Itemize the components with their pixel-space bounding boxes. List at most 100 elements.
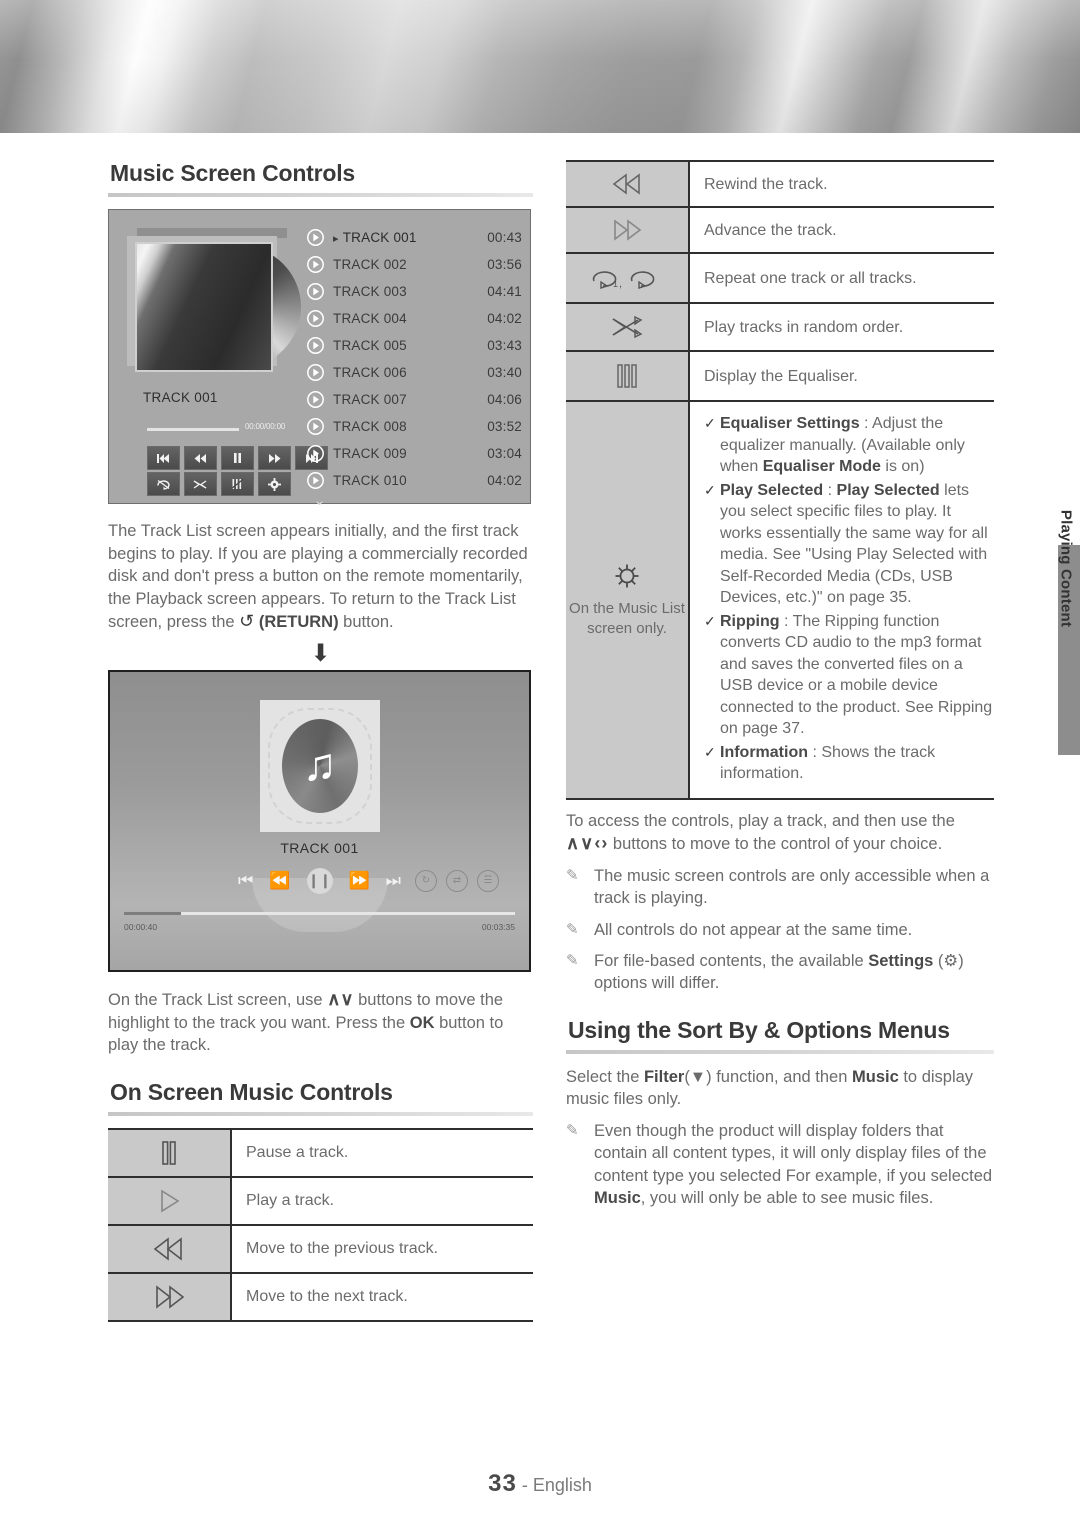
play-circle-icon (307, 364, 333, 381)
next-track-icon (108, 1272, 232, 1322)
track-time: 00:43 (487, 230, 522, 245)
track-name: TRACK 010 (333, 473, 407, 488)
track-list-item[interactable]: TRACK 006 03:40 (307, 359, 522, 386)
control-description: Display the Equaliser. (689, 351, 994, 402)
next-track-icon[interactable]: ⏭ (386, 872, 401, 889)
equaliser-icon[interactable]: ☰ (477, 869, 499, 892)
playback-progress-fill (124, 911, 181, 915)
track-name: TRACK 002 (333, 257, 407, 272)
screen-progress-row: 00:00/00:00 (147, 422, 315, 431)
track-list-item[interactable]: ▸ TRACK 001 00:43 (307, 224, 522, 251)
setting-text: Information : Shows the track informatio… (720, 743, 936, 783)
paragraph-track-highlight: On the Track List screen, use ∧∨ buttons… (108, 988, 533, 1057)
shuffle-icon (566, 303, 690, 352)
control-description: Move to the previous track. (231, 1224, 533, 1274)
paragraph-track-list-intro: The Track List screen appears initially,… (108, 520, 533, 634)
album-art: ♫ (259, 699, 380, 832)
screen-timecode: 00:00/00:00 (245, 422, 286, 431)
play-circle-icon (307, 472, 333, 489)
track-time: 03:56 (487, 257, 522, 272)
check-icon: ✓ (704, 481, 716, 498)
track-time: 03:43 (487, 338, 522, 353)
control-description: Rewind the track. (689, 160, 994, 208)
banner-sheen (0, 0, 1080, 133)
paragraph-highlight-a: On the Track List screen, use (108, 990, 328, 1009)
track-name: TRACK 003 (333, 284, 407, 299)
cd-case-front (135, 242, 273, 372)
scroll-down-chevron-icon[interactable]: ⌄ (109, 491, 530, 509)
playback-elapsed-time: 00:00:40 (124, 921, 158, 932)
track-list: ▸ TRACK 001 00:43 TRACK 002 03:56 TRACK 0… (307, 224, 522, 494)
access-text-a: To access the controls, play a track, an… (566, 811, 955, 830)
play-circle-icon (307, 337, 333, 354)
track-list-item[interactable]: TRACK 002 03:56 (307, 251, 522, 278)
filter-icon: (▼) function, and then (684, 1067, 852, 1086)
screen-progress-bar[interactable] (147, 428, 239, 431)
note-text: For file-based contents, the available S… (594, 951, 964, 993)
playback-progress-bar[interactable] (124, 911, 515, 915)
track-list-item[interactable]: TRACK 009 03:04 (307, 440, 522, 467)
previous-track-icon[interactable]: ⏮ (238, 872, 253, 889)
return-button-label: (RETURN) (258, 613, 339, 632)
fast-forward-button[interactable] (258, 446, 291, 470)
pause-button[interactable] (221, 446, 254, 470)
play-circle-icon (307, 256, 333, 273)
note-item: ✎ Even though the product will display f… (566, 1120, 994, 1210)
heading-rule (108, 193, 533, 197)
header-banner (0, 0, 1080, 133)
playback-screen-mock: ♫ TRACK 001 ⏮ ⏪ ❙❙ ⏩ ⏭ ↻ ⇄ ☰ 00:00:40 00… (108, 669, 531, 972)
list-item: ✓ Ripping : The Ripping function convert… (704, 611, 994, 740)
repeat-icon[interactable]: ↻ (415, 869, 437, 892)
setting-text: Play Selected : Play Selected lets you s… (720, 481, 988, 607)
pencil-note-icon: ✎ (566, 1121, 579, 1139)
heading-rule (108, 1111, 533, 1116)
track-list-item[interactable]: TRACK 003 04:41 (307, 278, 522, 305)
svg-text:,: , (619, 278, 622, 290)
screen-album-label: TRACK 001 (143, 390, 218, 405)
rewind-icon[interactable]: ⏪ (269, 872, 290, 889)
play-circle-icon (307, 229, 333, 246)
check-icon: ✓ (704, 743, 716, 760)
track-name: ▸ TRACK 001 (333, 230, 417, 245)
play-circle-icon (307, 310, 333, 327)
pencil-note-icon: ✎ (566, 951, 579, 969)
right-column: Rewind the track. Advance the track. 1 ,… (566, 160, 994, 1210)
fast-forward-icon[interactable]: ⏩ (349, 872, 370, 889)
direction-keys-icon: ∧∨‹› (566, 833, 609, 854)
previous-track-button[interactable] (147, 446, 180, 470)
play-icon (108, 1176, 232, 1226)
track-time: 04:02 (487, 473, 522, 488)
track-list-item[interactable]: TRACK 007 04:06 (307, 386, 522, 413)
cd-case-artwork (127, 228, 303, 378)
page-number: 33 (488, 1470, 517, 1497)
previous-track-icon (108, 1224, 232, 1274)
filter-label: Filter (643, 1067, 685, 1086)
svg-text:1: 1 (613, 279, 618, 289)
check-icon: ✓ (704, 612, 716, 629)
paragraph-access-controls: To access the controls, play a track, an… (566, 810, 994, 856)
pencil-note-icon: ✎ (566, 866, 579, 884)
table-row-settings: On the Music List screen only. ✓ Equalis… (566, 401, 994, 800)
track-time: 04:06 (487, 392, 522, 407)
track-list-item[interactable]: TRACK 008 03:52 (307, 413, 522, 440)
track-list-screen-mock: TRACK 001 00:00/00:00 ▸ TRACK 001 00:43 … (108, 209, 531, 509)
track-list-item[interactable]: TRACK 004 04:02 (307, 305, 522, 332)
heading-on-screen-music-controls: On Screen Music Controls (110, 1078, 393, 1105)
paragraph-filter: Select the Filter(▼) function, and then … (566, 1066, 994, 1111)
control-description: Play a track. (231, 1176, 533, 1226)
fast-forward-icon (566, 207, 690, 254)
track-list-item[interactable]: TRACK 005 03:43 (307, 332, 522, 359)
page-footer: 33 - English (0, 1470, 1080, 1498)
left-column: Music Screen Controls TRACK 001 00:00/00… (108, 160, 533, 1322)
control-description: Move to the next track. (231, 1272, 533, 1322)
table-row: Move to the next track. (108, 1272, 533, 1322)
track-list-item[interactable]: TRACK 010 04:02 (307, 467, 522, 494)
note-text: All controls do not appear at the same t… (594, 920, 913, 939)
music-controls-table: Rewind the track. Advance the track. 1 ,… (566, 160, 994, 800)
rewind-button[interactable] (184, 446, 217, 470)
list-item: ✓ Equaliser Settings : Adjust the equali… (704, 413, 994, 478)
pause-icon[interactable]: ❙❙ (306, 867, 333, 894)
shuffle-icon[interactable]: ⇄ (446, 869, 468, 892)
track-time: 04:02 (487, 311, 522, 326)
track-name: TRACK 009 (333, 446, 407, 461)
